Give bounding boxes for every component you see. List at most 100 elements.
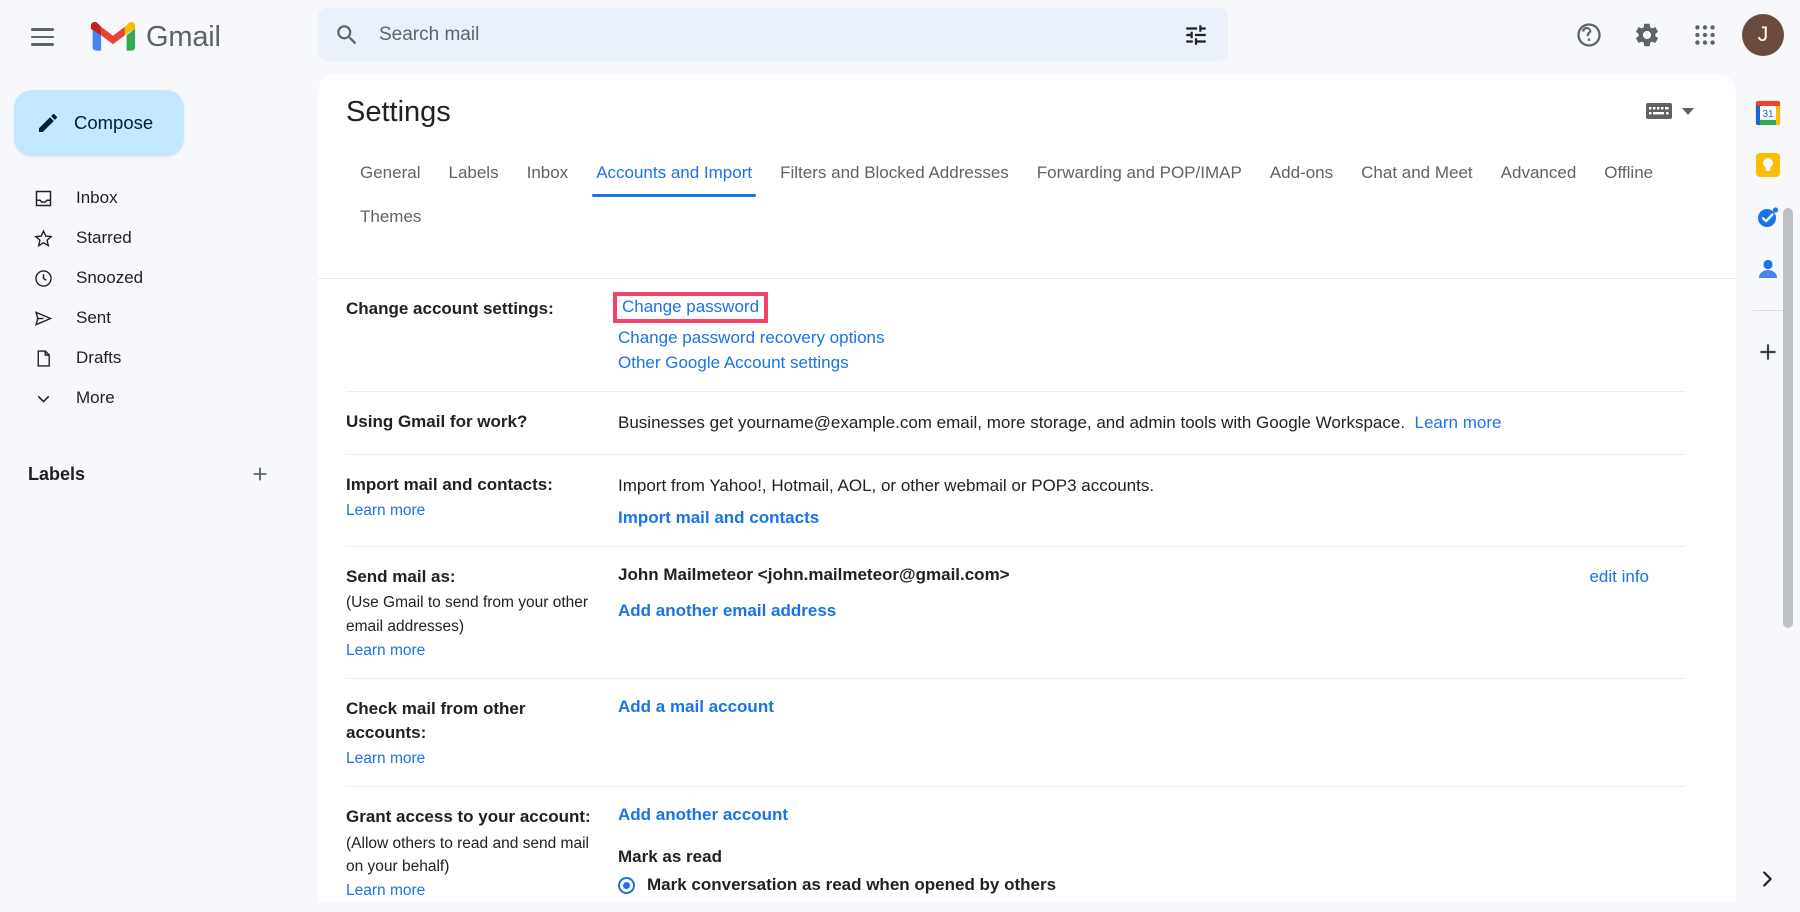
side-panel-divider	[1753, 310, 1783, 311]
support-button[interactable]	[1562, 8, 1616, 62]
row-label: Send mail as: (Use Gmail to send from yo…	[346, 565, 618, 660]
sidebar-item-drafts[interactable]: Drafts	[0, 338, 278, 378]
send-mail-as-address: John Mailmeteor <john.mailmeteor@gmail.c…	[618, 564, 1010, 584]
tab-advanced[interactable]: Advanced	[1487, 153, 1591, 197]
tab-general[interactable]: General	[346, 153, 434, 197]
search-options-icon	[1186, 24, 1206, 45]
grant-access-label: Grant access to your account:	[346, 807, 591, 827]
add-another-account-link[interactable]: Add another account	[618, 805, 788, 825]
change-account-settings-label: Change account settings:	[346, 299, 554, 318]
other-google-account-settings-link[interactable]: Other Google Account settings	[618, 353, 849, 373]
settings-panel: Settings General Labels Inbox Accounts a…	[318, 74, 1736, 902]
inbox-icon	[32, 187, 54, 209]
gmail-wordmark: Gmail	[146, 20, 221, 53]
settings-button[interactable]	[1620, 8, 1674, 62]
import-learn-more-link[interactable]: Learn more	[346, 502, 425, 519]
side-panel: 31	[1736, 74, 1800, 912]
search-bar[interactable]	[318, 8, 1228, 61]
caret-down-icon	[1682, 107, 1694, 115]
search-options-button[interactable]	[1172, 11, 1220, 59]
top-right-actions: J	[1562, 8, 1784, 62]
expand-side-panel-button[interactable]	[1750, 862, 1784, 896]
add-another-email-address-link[interactable]: Add another email address	[618, 601, 836, 621]
sidebar-item-label: Snoozed	[76, 268, 144, 287]
check-mail-learn-more-link[interactable]: Learn more	[346, 750, 425, 767]
hamburger-icon	[30, 28, 54, 46]
chevron-right-icon	[1763, 871, 1772, 887]
google-calendar-icon[interactable]: 31	[1751, 96, 1785, 130]
help-icon	[1577, 23, 1601, 47]
add-side-panel-app-button[interactable]	[1751, 335, 1785, 369]
search-icon	[337, 24, 357, 44]
google-tasks-icon[interactable]	[1751, 200, 1785, 234]
star-icon	[32, 227, 54, 249]
row-label: Change account settings:	[346, 297, 618, 373]
google-apps-button[interactable]	[1678, 8, 1732, 62]
input-tools-selector[interactable]	[1645, 102, 1694, 120]
grant-access-learn-more-link[interactable]: Learn more	[346, 882, 425, 899]
tab-labels[interactable]: Labels	[434, 153, 512, 197]
create-label-button[interactable]	[242, 456, 278, 492]
avatar[interactable]: J	[1742, 14, 1784, 56]
change-password-link[interactable]: Change password	[622, 297, 759, 317]
send-mail-as-learn-more-link[interactable]: Learn more	[346, 642, 425, 659]
tab-offline[interactable]: Offline	[1590, 153, 1667, 197]
row-using-gmail-for-work: Using Gmail for work? Businesses get you…	[346, 392, 1685, 456]
import-description: Import from Yahoo!, Hotmail, AOL, or oth…	[618, 476, 1155, 496]
tab-accounts-and-import[interactable]: Accounts and Import	[582, 153, 766, 197]
sidebar-item-inbox[interactable]: Inbox	[0, 178, 278, 218]
tab-filters-and-blocked-addresses[interactable]: Filters and Blocked Addresses	[766, 153, 1023, 197]
row-check-mail-from-other-accounts: Check mail from other accounts: Learn mo…	[346, 679, 1685, 788]
compose-button[interactable]: Compose	[14, 90, 184, 156]
google-contacts-icon[interactable]	[1751, 252, 1785, 286]
plus-icon	[253, 467, 267, 481]
sidebar-item-label: Starred	[76, 228, 132, 247]
gmail-logo[interactable]: Gmail	[90, 20, 221, 54]
row-label: Check mail from other accounts: Learn mo…	[346, 697, 618, 768]
tab-add-ons[interactable]: Add-ons	[1256, 153, 1347, 197]
row-body: Import from Yahoo!, Hotmail, AOL, or oth…	[618, 473, 1685, 527]
tab-themes[interactable]: Themes	[346, 197, 435, 241]
edit-info-link[interactable]: edit info	[1589, 567, 1649, 587]
row-body: John Mailmeteor <john.mailmeteor@gmail.c…	[618, 565, 1685, 660]
sidebar-item-label: Sent	[76, 308, 111, 327]
svg-text:31: 31	[1762, 109, 1774, 120]
change-password-highlight: Change password	[613, 292, 769, 323]
sidebar-item-starred[interactable]: Starred	[0, 218, 278, 258]
gmail-for-work-text: Businesses get yourname@example.com emai…	[618, 413, 1406, 432]
import-label: Import mail and contacts:	[346, 475, 553, 495]
tab-forwarding-and-pop-imap[interactable]: Forwarding and POP/IMAP	[1023, 153, 1256, 197]
row-body: Change password Change password recovery…	[613, 292, 1685, 373]
sidebar-item-more[interactable]: More	[0, 378, 278, 418]
main-menu-button[interactable]	[14, 9, 70, 65]
tab-inbox[interactable]: Inbox	[513, 153, 583, 197]
sidebar: Compose Inbox Starred Snoozed Sent Draft…	[0, 74, 300, 912]
gmail-m-icon	[90, 21, 136, 51]
plus-icon	[1760, 344, 1776, 360]
send-icon	[32, 307, 54, 329]
radio-label: Mark conversation as read when opened by…	[647, 875, 1057, 895]
row-body: Add another account Mark as read Mark co…	[618, 805, 1685, 902]
radio-button-icon	[618, 876, 635, 894]
import-mail-and-contacts-link[interactable]: Import mail and contacts	[618, 508, 819, 528]
radio-mark-conversation-as-read[interactable]: Mark conversation as read when opened by…	[618, 875, 1685, 895]
tab-chat-and-meet[interactable]: Chat and Meet	[1347, 153, 1487, 197]
nav-list: Inbox Starred Snoozed Sent Drafts More	[0, 178, 300, 418]
google-keep-icon[interactable]	[1751, 148, 1785, 182]
grant-access-sublabel: (Allow others to read and send mail on y…	[346, 834, 589, 875]
sidebar-item-snoozed[interactable]: Snoozed	[0, 258, 278, 298]
gmail-for-work-learn-more-link[interactable]: Learn more	[1415, 413, 1502, 433]
add-a-mail-account-link[interactable]: Add a mail account	[618, 697, 774, 717]
keyboard-icon	[1646, 103, 1672, 119]
top-bar: Gmail Search mail J	[0, 0, 1800, 74]
sidebar-item-sent[interactable]: Sent	[0, 298, 278, 338]
change-password-recovery-options-link[interactable]: Change password recovery options	[618, 328, 884, 348]
row-change-account-settings: Change account settings: Change password…	[346, 279, 1685, 392]
mark-as-read-heading: Mark as read	[618, 847, 722, 867]
search-button[interactable]	[323, 11, 371, 59]
search-input[interactable]	[371, 23, 1172, 46]
using-gmail-for-work-label: Using Gmail for work?	[346, 412, 528, 431]
row-import-mail-and-contacts: Import mail and contacts: Learn more Imp…	[346, 455, 1685, 547]
sidebar-item-label: More	[76, 388, 115, 407]
avatar-letter: J	[1757, 23, 1769, 46]
